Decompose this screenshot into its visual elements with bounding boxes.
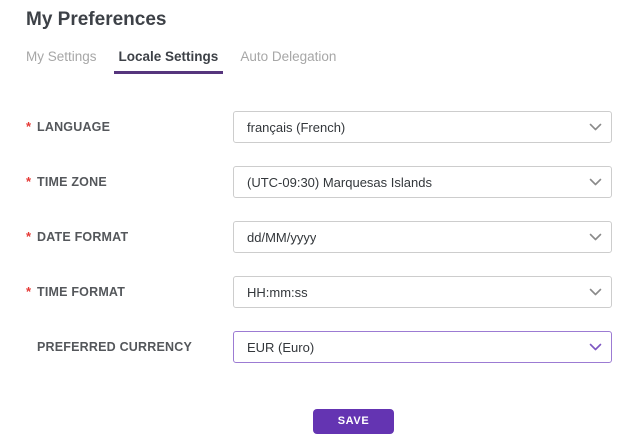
preferred-currency-label-cell: PREFERRED CURRENCY [26, 338, 233, 356]
time-format-select-value: HH:mm:ss [247, 284, 308, 300]
chevron-down-icon [589, 233, 602, 241]
language-select-value: français (French) [247, 119, 346, 135]
date-format-label-cell: * DATE FORMAT [26, 228, 233, 246]
form-row-preferred-currency: PREFERRED CURRENCY EUR (Euro) [26, 331, 624, 363]
date-format-label: DATE FORMAT [37, 230, 129, 244]
chevron-down-icon [589, 343, 602, 351]
form-row-time-format: * TIME FORMAT HH:mm:ss [26, 276, 624, 308]
preferred-currency-label: PREFERRED CURRENCY [37, 340, 193, 354]
chevron-down-icon [589, 178, 602, 186]
form-row-language: * LANGUAGE français (French) [26, 111, 624, 143]
currency-select[interactable]: EUR (Euro) [233, 331, 612, 363]
tab-locale-settings[interactable]: Locale Settings [113, 49, 224, 74]
page-title: My Preferences [26, 9, 167, 30]
currency-select-value: EUR (Euro) [247, 339, 315, 355]
required-marker: * [26, 119, 32, 134]
form-row-timezone: * TIME ZONE (UTC-09:30) Marquesas Island… [26, 166, 624, 198]
required-marker: * [26, 229, 32, 244]
required-marker: * [26, 284, 32, 299]
time-format-label-cell: * TIME FORMAT [26, 283, 233, 301]
tab-bar: My Settings Locale Settings Auto Delegat… [0, 49, 624, 74]
required-marker: * [26, 174, 32, 189]
my-preferences-page: My Preferences My Settings Locale Settin… [0, 0, 624, 438]
language-select[interactable]: français (French) [233, 111, 612, 143]
language-label-cell: * LANGUAGE [26, 118, 233, 136]
timezone-select[interactable]: (UTC-09:30) Marquesas Islands [233, 166, 612, 198]
tab-my-settings[interactable]: My Settings [21, 49, 102, 74]
time-format-select[interactable]: HH:mm:ss [233, 276, 612, 308]
timezone-label: TIME ZONE [37, 175, 107, 189]
language-label: LANGUAGE [37, 120, 111, 134]
locale-settings-form: * LANGUAGE français (French) * TIME ZONE… [0, 111, 624, 434]
date-format-select[interactable]: dd/MM/yyyy [233, 221, 612, 253]
form-row-date-format: * DATE FORMAT dd/MM/yyyy [26, 221, 624, 253]
chevron-down-icon [589, 123, 602, 131]
chevron-down-icon [589, 288, 602, 296]
tab-auto-delegation[interactable]: Auto Delegation [235, 49, 341, 74]
save-row: SAVE [26, 409, 624, 434]
date-format-select-value: dd/MM/yyyy [247, 229, 317, 245]
timezone-label-cell: * TIME ZONE [26, 173, 233, 191]
time-format-label: TIME FORMAT [37, 285, 126, 299]
timezone-select-value: (UTC-09:30) Marquesas Islands [247, 174, 432, 190]
save-button[interactable]: SAVE [313, 409, 394, 434]
